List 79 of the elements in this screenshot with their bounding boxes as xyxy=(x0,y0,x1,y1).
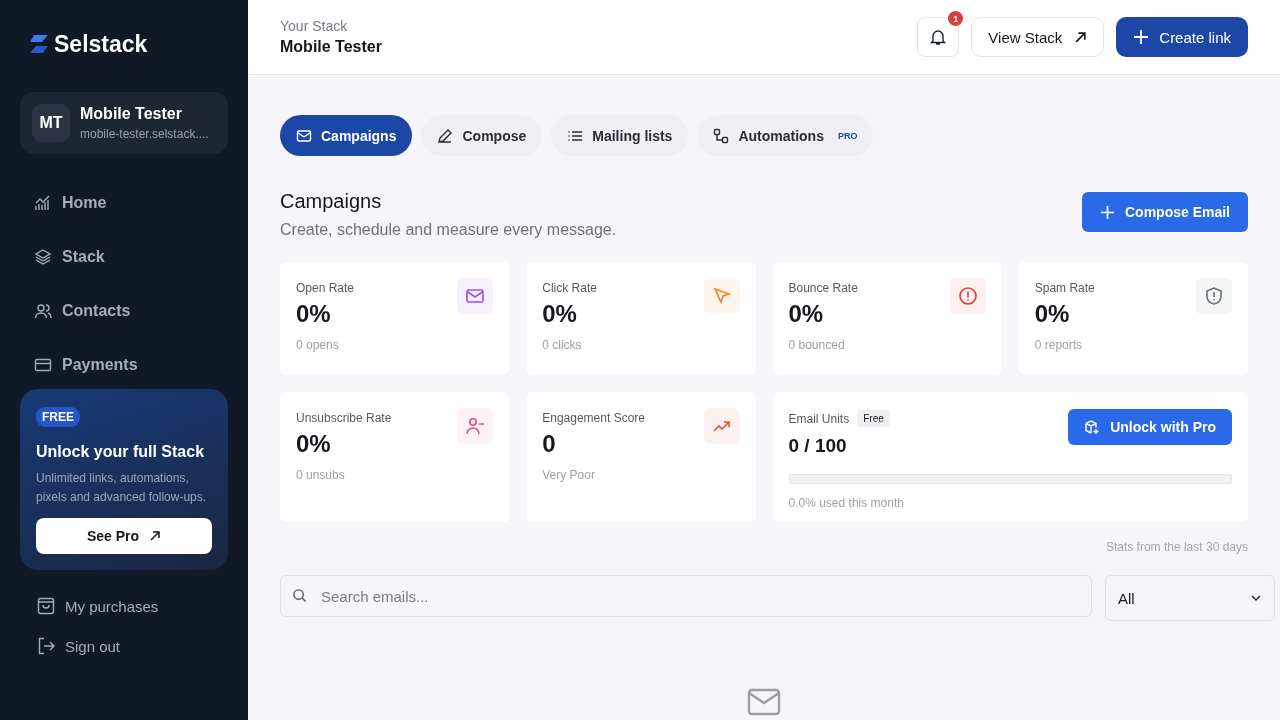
stat-note: 0 opens xyxy=(296,338,340,352)
stat-value: 0% xyxy=(1034,300,1071,328)
chevron-down-icon xyxy=(1250,592,1262,604)
section-title: Campaigns xyxy=(280,190,383,213)
tab[interactable]: Compose xyxy=(421,115,543,156)
header-title: Mobile Tester xyxy=(280,38,382,56)
stat-note: 0 clicks xyxy=(542,338,583,352)
pen-icon xyxy=(437,127,454,144)
tab[interactable]: Campaigns xyxy=(280,115,413,156)
logo-icon xyxy=(28,33,50,55)
bag-icon xyxy=(36,596,56,616)
see-pro-button[interactable]: See Pro xyxy=(36,518,212,554)
units-label: Email Units xyxy=(788,412,850,426)
search-icon xyxy=(292,588,307,603)
plan-badge: Free xyxy=(857,410,890,427)
mail-icon xyxy=(747,688,781,716)
stat-note: 0 bounced xyxy=(788,338,846,352)
notifications-button[interactable] xyxy=(917,17,960,57)
bell-icon xyxy=(929,28,948,46)
chart-icon xyxy=(34,194,52,212)
mail-icon xyxy=(465,286,486,306)
tab[interactable]: Mailing lists xyxy=(551,115,689,156)
stat-note: 0 reports xyxy=(1034,338,1084,352)
sidebar-link[interactable]: Sign out xyxy=(36,626,228,666)
plus-icon xyxy=(1099,204,1115,220)
stat-value: 0% xyxy=(788,300,825,328)
nav-item[interactable]: Stack xyxy=(20,230,228,284)
mail-icon xyxy=(296,127,312,144)
logo-text: Selstack xyxy=(54,30,148,58)
plus-icon xyxy=(1133,29,1150,45)
view-stack-button[interactable]: View Stack xyxy=(971,17,1105,57)
tab[interactable]: Automations PRO xyxy=(697,115,874,156)
compose-email-button[interactable]: Compose Email xyxy=(1081,192,1248,232)
profile-url: mobile-tester.selstack.... xyxy=(80,127,209,141)
create-link-button[interactable]: Create link xyxy=(1116,17,1248,57)
nav-item[interactable]: Contacts xyxy=(20,284,228,338)
stat-value: 0 xyxy=(542,430,557,458)
notification-count: 1 xyxy=(948,11,964,26)
stat-label: Click Rate xyxy=(542,281,597,295)
promo-title: Unlock your full Stack xyxy=(36,443,205,461)
stat-label: Spam Rate xyxy=(1034,281,1095,295)
nav-item[interactable]: Home xyxy=(20,176,228,230)
box-icon xyxy=(1084,419,1101,435)
units-value: 0 / 100 xyxy=(788,435,848,457)
stat-note: Very Poor xyxy=(542,468,596,482)
pro-label: PRO xyxy=(837,130,858,141)
stat-value: 0% xyxy=(542,300,578,328)
section-subtitle: Create, schedule and measure every message. xyxy=(280,221,617,239)
profile-name: Mobile Tester xyxy=(80,105,183,123)
layers-icon xyxy=(34,248,52,266)
unlock-pro-button[interactable]: Unlock with Pro xyxy=(1068,409,1232,445)
plan-badge: FREE xyxy=(36,407,80,427)
stats-period-note: Stats from the last 30 days xyxy=(1105,540,1248,554)
card-icon xyxy=(34,356,52,374)
avatar: MT xyxy=(32,104,70,142)
flow-icon xyxy=(713,127,730,144)
stat-value: 0% xyxy=(296,300,332,328)
alert-icon xyxy=(957,286,978,306)
stat-note: 0 unsubs xyxy=(296,468,346,482)
search-field[interactable]: Search emails... xyxy=(280,575,1092,617)
header-subtitle: Your Stack xyxy=(280,18,349,34)
promo-text: Unlimited links, automations, pixels and advanced follow-ups. xyxy=(36,470,208,506)
sidebar-link[interactable]: My purchases xyxy=(36,586,228,626)
user-minus-icon xyxy=(465,416,486,436)
nav-item[interactable]: Payments xyxy=(20,338,228,392)
stat-label: Bounce Rate xyxy=(788,281,858,295)
stat-value: 0% xyxy=(296,430,332,458)
sign-out-icon xyxy=(36,636,56,656)
usage-note: 0.0% used this month xyxy=(788,496,905,510)
arrow-icon xyxy=(149,530,162,542)
stat-label: Unsubscribe Rate xyxy=(296,411,392,425)
filter-dropdown[interactable]: All xyxy=(1105,575,1275,621)
stat-label: Open Rate xyxy=(296,281,355,295)
arrow-icon xyxy=(1074,30,1088,44)
profile-card[interactable]: MT Mobile Tester mobile-tester.selstack.... xyxy=(20,92,228,154)
cursor-icon xyxy=(711,286,732,306)
stat-label: Engagement Score xyxy=(542,411,645,425)
shield-icon xyxy=(1204,286,1224,306)
users-icon xyxy=(34,302,52,320)
